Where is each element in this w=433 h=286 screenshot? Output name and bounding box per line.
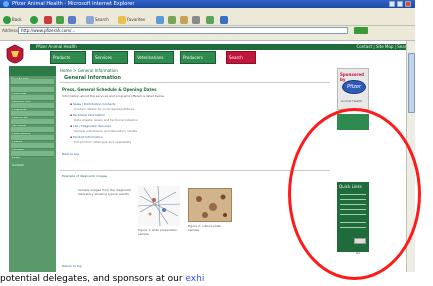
stop-icon[interactable] xyxy=(44,16,52,24)
edit-icon[interactable] xyxy=(206,16,214,24)
banner-left-text: Pfizer Animal Health xyxy=(36,44,77,49)
sidebar-header: Contents xyxy=(9,66,56,82)
scroll-thumb[interactable] xyxy=(408,53,415,113)
divider-2 xyxy=(60,170,330,171)
media-icon[interactable] xyxy=(156,16,164,24)
bullet-desc-sales: Contact details for local representative… xyxy=(74,107,135,111)
quick-link-line xyxy=(340,204,366,205)
address-label: Address xyxy=(2,28,18,33)
site-logo-icon[interactable] xyxy=(5,44,25,64)
divider xyxy=(60,82,330,83)
intro-text: Information about the services and progr… xyxy=(62,94,165,98)
banner-right-links[interactable]: Contact | Site Map | Search xyxy=(357,44,411,50)
bullet-link-lab[interactable]: Lab / Diagnostic Services xyxy=(70,124,111,128)
sidebar-item-general-info[interactable]: General Info xyxy=(11,87,54,103)
caption-text: potential delegates, and sponsors at our… xyxy=(0,274,433,286)
nav-tab-producers[interactable]: Producers xyxy=(180,51,216,64)
sponsor-box: Sponsored by Pfizer Animal Health xyxy=(337,68,369,110)
sidebar-item-careers[interactable]: Careers xyxy=(11,135,54,151)
nav-tab-services[interactable]: Services xyxy=(92,51,128,64)
address-input[interactable]: http://www.pfizerah.com/... xyxy=(18,27,348,34)
favorites-label[interactable]: Favorites xyxy=(127,17,145,22)
figure1-caption: Figure 1: slide preparation sample xyxy=(138,228,178,236)
mail-icon[interactable] xyxy=(180,16,188,24)
sponsor-subtitle: Animal Health xyxy=(341,99,363,103)
ie-icon xyxy=(3,1,9,7)
right-panel: Sponsored by Pfizer Animal Health Quick … xyxy=(336,66,370,272)
figure-heading: Example of diagnostic images xyxy=(62,174,108,178)
bullet-link-product[interactable]: Product Information xyxy=(70,135,103,139)
quick-link-line xyxy=(340,199,366,200)
pfizer-logo-icon[interactable]: Pfizer xyxy=(342,80,366,94)
browser-window: Pfizer Animal Health - Microsoft Interne… xyxy=(0,0,415,272)
toolbar: Back Search Favorites xyxy=(0,14,415,26)
maximize-button[interactable] xyxy=(397,1,403,7)
sidebar-item-contact[interactable]: Contact xyxy=(11,151,54,167)
diagram-image xyxy=(138,186,180,226)
page-title: General Information xyxy=(64,75,121,81)
window-title: Pfizer Animal Health - Microsoft Interne… xyxy=(12,1,135,7)
caption-text-main: potential delegates, and sponsors at our xyxy=(0,274,186,284)
bullet-link-sales[interactable]: Sales / Distribution Contacts xyxy=(70,102,116,106)
breadcrumb[interactable]: Home > General Information xyxy=(60,68,118,73)
sidebar-item-links[interactable]: Links xyxy=(11,143,54,159)
figure2-caption: Figure 2: culture plate sample xyxy=(188,224,222,232)
vertical-scrollbar[interactable] xyxy=(406,41,415,272)
title-bar: Pfizer Animal Health - Microsoft Interne… xyxy=(0,0,415,8)
quick-links-title: Quick Links xyxy=(339,184,362,189)
quick-link-line xyxy=(340,194,366,195)
sidebar-item-programs[interactable]: Programs xyxy=(11,95,54,111)
figure-text: Sample images from the diagnostic labora… xyxy=(78,188,132,196)
history-icon[interactable] xyxy=(168,16,176,24)
quick-link-line xyxy=(340,222,366,223)
minimize-button[interactable] xyxy=(389,1,395,7)
home-icon[interactable] xyxy=(68,16,76,24)
favorites-icon[interactable] xyxy=(118,16,126,24)
left-sidebar: Contents Overview General Info Programs … xyxy=(9,66,56,272)
top-banner: Pfizer Animal Health Contact | Site Map … xyxy=(30,44,415,50)
sidebar-item-overview[interactable]: Overview xyxy=(11,79,54,95)
quick-link-line xyxy=(340,209,366,210)
sidebar-item-technical[interactable]: Technical xyxy=(11,111,54,127)
messenger-icon[interactable] xyxy=(220,16,228,24)
section-subhead: Press, General Schedule & Opening Dates xyxy=(62,87,157,92)
bullet-link-technical[interactable]: Technical Information xyxy=(70,113,105,117)
forward-icon[interactable] xyxy=(30,16,38,24)
go-button[interactable] xyxy=(354,27,368,34)
bullet-desc-product: Full product catalogue and availability xyxy=(74,140,132,144)
return-to-top-link[interactable]: Return to top xyxy=(62,264,82,268)
sidebar-item-publications[interactable]: Publications xyxy=(11,119,54,135)
bullet-desc-lab: Sample submission and laboratory results xyxy=(74,129,138,133)
address-bar: Address http://www.pfizerah.com/... xyxy=(0,26,415,35)
go-button-panel[interactable]: Go xyxy=(354,238,366,255)
search-icon[interactable] xyxy=(86,16,94,24)
culture-image xyxy=(188,188,232,222)
search-label[interactable]: Search xyxy=(95,17,109,22)
back-to-top-link[interactable]: Back to top xyxy=(62,152,79,156)
bullet-desc-technical: Data sheets, labels and technical bullet… xyxy=(74,118,138,122)
print-icon[interactable] xyxy=(192,16,200,24)
sidebar-item-resources[interactable]: Resources xyxy=(11,103,54,119)
close-button[interactable] xyxy=(405,1,411,7)
caption-link[interactable]: exhi xyxy=(185,274,204,284)
back-label[interactable]: Back xyxy=(12,17,22,22)
main-content: Home > General Information General Infor… xyxy=(58,66,334,272)
site-header: Pfizer Animal Health Contact | Site Map … xyxy=(0,41,415,66)
quick-link-line xyxy=(340,214,366,215)
nav-tab-search[interactable]: Search xyxy=(226,51,256,64)
promo-banner[interactable] xyxy=(337,114,369,130)
nav-tab-veterinarians[interactable]: Veterinarians xyxy=(134,51,174,64)
sidebar-item-events[interactable]: Events xyxy=(11,127,54,143)
refresh-icon[interactable] xyxy=(56,16,64,24)
nav-tab-products[interactable]: Products xyxy=(50,51,86,64)
back-icon[interactable] xyxy=(3,16,11,24)
quick-link-line xyxy=(340,227,366,228)
